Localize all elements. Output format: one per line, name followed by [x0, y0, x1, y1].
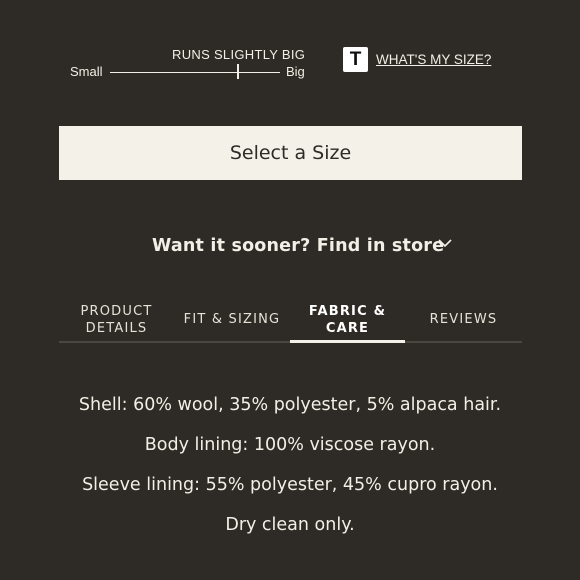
fabric-body-lining: Body lining: 100% viscose rayon. — [144, 435, 436, 455]
chevron-down-icon — [438, 239, 452, 248]
tab-reviews[interactable]: REVIEWS — [405, 298, 522, 341]
fit-low-label: Small — [70, 64, 103, 79]
find-in-store-toggle[interactable]: Want it sooner? Find in store — [152, 232, 462, 260]
fit-title: RUNS SLIGHTLY BIG — [172, 47, 306, 62]
product-page: RUNS SLIGHTLY BIG Small Big T WHAT'S MY … — [0, 0, 580, 580]
fabric-sleeve-lining: Sleeve lining: 55% polyester, 45% cupro … — [82, 475, 498, 495]
fit-high-label: Big — [286, 64, 305, 79]
tab-fit-sizing[interactable]: FIT & SIZING — [174, 298, 290, 341]
tab-fabric-care[interactable]: FABRIC & CARE — [290, 298, 405, 341]
care-instructions: Dry clean only. — [225, 515, 355, 535]
fabric-care-content: Shell: 60% wool, 35% polyester, 5% alpac… — [60, 394, 520, 554]
find-in-store-label: Want it sooner? Find in store — [152, 236, 445, 256]
active-tab-indicator — [290, 340, 405, 343]
fit-scale-marker — [236, 64, 239, 79]
size-advisor-logo[interactable]: T — [343, 47, 368, 72]
fit-scale-track — [110, 72, 280, 73]
fit-indicator: RUNS SLIGHTLY BIG Small Big — [64, 44, 314, 84]
select-size-button[interactable]: Select a Size — [59, 126, 522, 180]
product-info-tabs: PRODUCT DETAILS FIT & SIZING FABRIC & CA… — [59, 298, 522, 344]
fabric-shell: Shell: 60% wool, 35% polyester, 5% alpac… — [78, 395, 502, 415]
whats-my-size-link[interactable]: WHAT'S MY SIZE? — [376, 52, 491, 67]
tab-product-details[interactable]: PRODUCT DETAILS — [59, 298, 174, 341]
